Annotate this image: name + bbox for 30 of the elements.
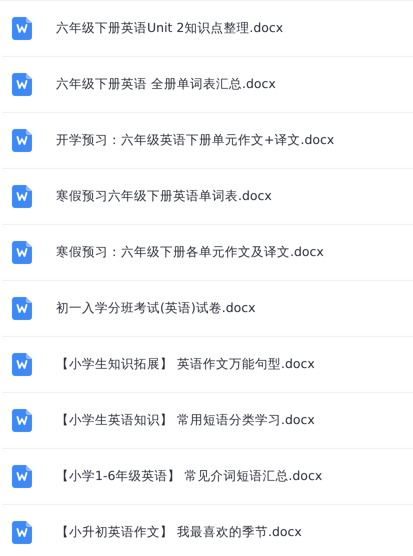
file-name: 寒假预习六年级下册英语单词表.docx — [56, 187, 272, 206]
document-icon — [12, 17, 32, 40]
file-name: 六年级下册英语 全册单词表汇总.docx — [56, 75, 276, 94]
file-row[interactable]: 【小升初英语作文】 我最喜欢的季节.docx — [2, 505, 413, 556]
file-name: 【小升初英语作文】 我最喜欢的季节.docx — [56, 523, 302, 542]
file-row[interactable]: 开学预习：六年级英语下册单元作文+译文.docx — [2, 113, 413, 169]
document-icon — [12, 129, 32, 152]
document-icon — [12, 353, 32, 376]
document-icon — [12, 297, 32, 320]
document-icon — [12, 185, 32, 208]
file-name: 【小学生英语知识】 常用短语分类学习.docx — [56, 411, 315, 430]
file-name: 开学预习：六年级英语下册单元作文+译文.docx — [56, 131, 334, 150]
file-row[interactable]: 【小学生知识拓展】 英语作文万能句型.docx — [2, 337, 413, 393]
document-icon — [12, 73, 32, 96]
file-row[interactable]: 寒假预习：六年级下册各单元作文及译文.docx — [2, 225, 413, 281]
file-name: 初一入学分班考试(英语)试卷.docx — [56, 299, 256, 318]
file-row[interactable]: 寒假预习六年级下册英语单词表.docx — [2, 169, 413, 225]
document-icon — [12, 521, 32, 544]
document-icon — [12, 241, 32, 264]
document-icon — [12, 409, 32, 432]
document-icon — [12, 465, 32, 488]
file-row[interactable]: 【小学1-6年级英语】 常见介词短语汇总.docx — [2, 449, 413, 505]
file-name: 寒假预习：六年级下册各单元作文及译文.docx — [56, 243, 324, 262]
file-name: 【小学1-6年级英语】 常见介词短语汇总.docx — [56, 467, 322, 486]
file-name: 【小学生知识拓展】 英语作文万能句型.docx — [56, 355, 315, 374]
file-row[interactable]: 六年级下册英语Unit 2知识点整理.docx — [2, 1, 413, 57]
file-row[interactable]: 六年级下册英语 全册单词表汇总.docx — [2, 57, 413, 113]
file-row[interactable]: 初一入学分班考试(英语)试卷.docx — [2, 281, 413, 337]
file-name: 六年级下册英语Unit 2知识点整理.docx — [56, 19, 284, 38]
file-row[interactable]: 【小学生英语知识】 常用短语分类学习.docx — [2, 393, 413, 449]
